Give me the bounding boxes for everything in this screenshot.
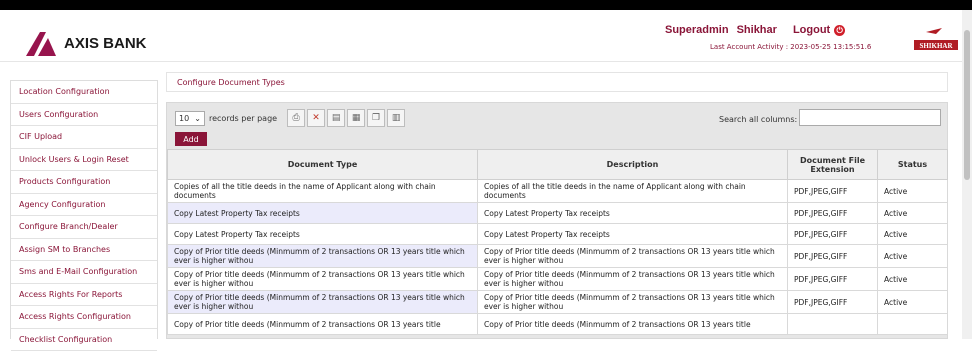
cell-status: Active: [878, 291, 948, 314]
cell-status: Active: [878, 203, 948, 224]
records-per-page-label: records per page: [209, 114, 277, 123]
cell-extension: PDF,JPEG,GIFF: [788, 291, 878, 314]
cell-document-type: Copies of all the title deeds in the nam…: [168, 180, 478, 203]
sidebar-item-unlock-users[interactable]: Unlock Users & Login Reset: [11, 149, 157, 172]
search-label: Search all columns:: [719, 115, 797, 124]
cell-status: [878, 314, 948, 335]
print-icon[interactable]: ⎙: [287, 109, 305, 127]
scrollbar-thumb[interactable]: [964, 30, 970, 180]
cell-extension: PDF,JPEG,GIFF: [788, 180, 878, 203]
user-name[interactable]: Shikhar: [737, 24, 777, 36]
sidebar-item-products-configuration[interactable]: Products Configuration: [11, 171, 157, 194]
search-input[interactable]: [799, 109, 941, 126]
sidebar-item-configure-branch-dealer[interactable]: Configure Branch/Dealer: [11, 216, 157, 239]
column-header-description[interactable]: Description: [478, 150, 788, 180]
table-header-row: Document Type Description Document File …: [168, 150, 948, 180]
document-types-panel: 10 ⌄ records per page ⎙ ✕ ▤ ▦ ❐ ▥ Search…: [166, 102, 948, 339]
chevron-down-icon: ⌄: [194, 114, 201, 123]
csv-icon[interactable]: ▦: [347, 109, 365, 127]
cell-extension: PDF,JPEG,GIFF: [788, 245, 878, 268]
user-role: Superadmin: [665, 24, 729, 36]
export-tools: ⎙ ✕ ▤ ▦ ❐ ▥: [287, 109, 407, 127]
cell-document-type: Copy of Prior title deeds (Minmumm of 2 …: [168, 245, 478, 268]
shikhar-logo: SHIKHAR: [912, 26, 960, 56]
table-row[interactable]: Copy of Prior title deeds (Minmumm of 2 …: [168, 268, 948, 291]
cell-status: Active: [878, 224, 948, 245]
column-header-file-extension[interactable]: Document File Extension: [788, 150, 878, 180]
logout-link[interactable]: Logout: [793, 24, 830, 36]
table-row[interactable]: Copy Latest Property Tax receipts Copy L…: [168, 203, 948, 224]
sidebar-item-users-configuration[interactable]: Users Configuration: [11, 104, 157, 127]
breadcrumb: Configure Document Types: [166, 72, 948, 92]
column-header-document-type[interactable]: Document Type: [168, 150, 478, 180]
cell-status: Active: [878, 245, 948, 268]
table-row[interactable]: Copy of Prior title deeds (Minmumm of 2 …: [168, 314, 948, 335]
sidebar-item-checklist-configuration[interactable]: Checklist Configuration: [11, 329, 157, 351]
sidebar: Location Configuration Users Configurati…: [10, 80, 158, 339]
user-area: Superadmin Shikhar Logout ⏻: [665, 24, 853, 36]
table-row[interactable]: Copy of Prior title deeds (Minmumm of 2 …: [168, 245, 948, 268]
shikhar-logo-text: SHIKHAR: [919, 42, 953, 50]
cell-document-type: Copy of Prior title deeds (Minmumm of 2 …: [168, 314, 478, 335]
cell-document-type: Copy of Prior title deeds (Minmumm of 2 …: [168, 291, 478, 314]
table-row[interactable]: Copy of Prior title deeds (Minmumm of 2 …: [168, 291, 948, 314]
pdf-icon[interactable]: ✕: [307, 109, 325, 127]
column-header-status[interactable]: Status: [878, 150, 948, 180]
last-activity: Last Account Activity : 2023-05-25 13:15…: [710, 43, 871, 51]
sidebar-item-agency-configuration[interactable]: Agency Configuration: [11, 194, 157, 217]
sidebar-item-access-rights-reports[interactable]: Access Rights For Reports: [11, 284, 157, 307]
axis-bank-logo[interactable]: AXIS BANK: [26, 30, 147, 56]
cell-description: Copy of Prior title deeds (Minmumm of 2 …: [478, 291, 788, 314]
cell-extension: PDF,JPEG,GIFF: [788, 268, 878, 291]
sidebar-item-cif-upload[interactable]: CIF Upload: [11, 126, 157, 149]
add-button[interactable]: Add: [175, 132, 207, 146]
app-header: AXIS BANK Superadmin Shikhar Logout ⏻ La…: [0, 10, 962, 62]
page-size-value: 10: [179, 114, 189, 123]
table-row[interactable]: Copies of all the title deeds in the nam…: [168, 180, 948, 203]
cell-extension: PDF,JPEG,GIFF: [788, 224, 878, 245]
top-black-bar: [0, 0, 972, 10]
copy-icon[interactable]: ❐: [367, 109, 385, 127]
sidebar-item-access-rights-configuration[interactable]: Access Rights Configuration: [11, 306, 157, 329]
cell-status: Active: [878, 268, 948, 291]
cell-document-type: Copy Latest Property Tax receipts: [168, 224, 478, 245]
table-row[interactable]: Copy Latest Property Tax receipts Copy L…: [168, 224, 948, 245]
cell-description: Copies of all the title deeds in the nam…: [478, 180, 788, 203]
cell-description: Copy Latest Property Tax receipts: [478, 224, 788, 245]
sidebar-item-assign-sm[interactable]: Assign SM to Branches: [11, 239, 157, 262]
cell-description: Copy Latest Property Tax receipts: [478, 203, 788, 224]
excel-icon[interactable]: ▤: [327, 109, 345, 127]
cell-extension: [788, 314, 878, 335]
page-scrollbar[interactable]: [962, 10, 972, 339]
sidebar-item-sms-email[interactable]: Sms and E-Mail Configuration: [11, 261, 157, 284]
cell-description: Copy of Prior title deeds (Minmumm of 2 …: [478, 245, 788, 268]
main-content: Configure Document Types 10 ⌄ records pe…: [166, 72, 948, 339]
cell-description: Copy of Prior title deeds (Minmumm of 2 …: [478, 314, 788, 335]
word-icon[interactable]: ▥: [387, 109, 405, 127]
power-icon[interactable]: ⏻: [834, 25, 845, 36]
cell-extension: PDF,JPEG,GIFF: [788, 203, 878, 224]
cell-document-type: Copy Latest Property Tax receipts: [168, 203, 478, 224]
cell-description: Copy of Prior title deeds (Minmumm of 2 …: [478, 268, 788, 291]
cell-document-type: Copy of Prior title deeds (Minmumm of 2 …: [168, 268, 478, 291]
brand-name: AXIS BANK: [64, 35, 147, 52]
cell-status: Active: [878, 180, 948, 203]
document-types-table: Document Type Description Document File …: [167, 149, 948, 335]
sidebar-item-location-configuration[interactable]: Location Configuration: [11, 81, 157, 104]
table-controls: 10 ⌄ records per page ⎙ ✕ ▤ ▦ ❐ ▥: [175, 109, 407, 127]
axis-logo-icon: [26, 30, 64, 56]
page-size-select[interactable]: 10 ⌄: [175, 111, 205, 126]
